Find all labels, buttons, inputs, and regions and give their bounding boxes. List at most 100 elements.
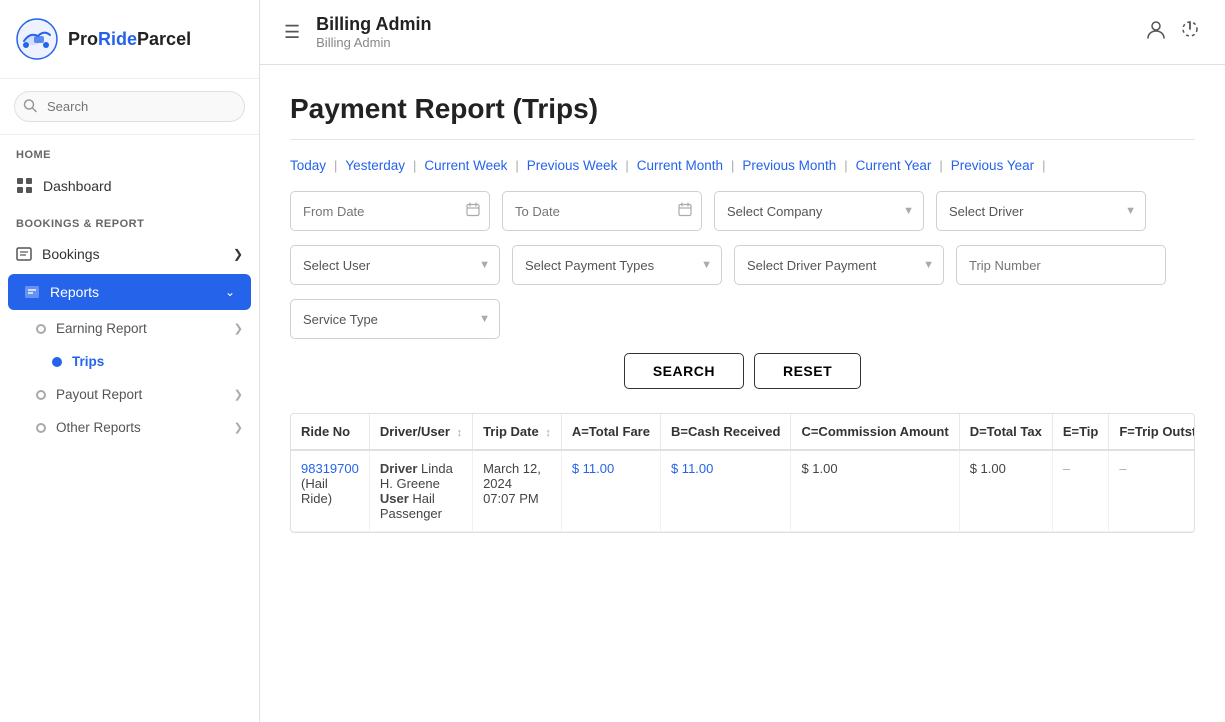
filter-row-2: Select User ▼ Select Payment Types ▼ Sel… (290, 245, 1195, 285)
logo-icon (16, 18, 58, 60)
select-payment-types[interactable]: Select Payment Types (512, 245, 722, 285)
results-table: Ride No Driver/User ↕ Trip Date ↕ A=Tota… (291, 414, 1195, 532)
logo-text: ProRideParcel (68, 29, 191, 50)
select-driver-wrap: Select Driver ▼ (936, 191, 1146, 231)
select-driver-payment-wrap: Select Driver Payment ▼ (734, 245, 944, 285)
ride-type: (Hail Ride) (301, 476, 332, 506)
sidebar-subitem-payout-report[interactable]: Payout Report ❯ (0, 378, 259, 411)
cell-outstanding: – (1109, 450, 1195, 532)
cell-driver-user: Driver Linda H. Greene User Hail Passeng… (369, 450, 472, 532)
total-fare-link[interactable]: $ 11.00 (572, 461, 614, 476)
filter-current-month[interactable]: Current Month (629, 158, 731, 173)
sidebar-item-reports[interactable]: Reports ⌄ (8, 274, 251, 310)
filter-yesterday[interactable]: Yesterday (337, 158, 413, 173)
main-area: ☰ Billing Admin Billing Admin Payment Re… (260, 0, 1225, 722)
results-table-wrap: Ride No Driver/User ↕ Trip Date ↕ A=Tota… (290, 413, 1195, 533)
cell-cash-received: $ 11.00 (660, 450, 790, 532)
select-company-wrap: Select Company ▼ (714, 191, 924, 231)
trip-date-sort-icon[interactable]: ↕ (545, 427, 551, 439)
select-user[interactable]: Select User (290, 245, 500, 285)
earning-report-label: Earning Report (56, 321, 147, 336)
sidebar-subitem-trips[interactable]: Trips (0, 345, 259, 378)
table-header-row: Ride No Driver/User ↕ Trip Date ↕ A=Tota… (291, 414, 1195, 450)
to-date-wrap (502, 191, 702, 231)
col-tip: E=Tip (1052, 414, 1109, 450)
bookings-icon (16, 246, 32, 262)
select-payment-types-wrap: Select Payment Types ▼ (512, 245, 722, 285)
filter-previous-month[interactable]: Previous Month (734, 158, 844, 173)
filter-current-year[interactable]: Current Year (848, 158, 940, 173)
reports-label: Reports (50, 284, 99, 300)
col-outstanding: F=Trip Outstanding Amount (1109, 414, 1195, 450)
bookings-section-label: BOOKINGS & REPORT (0, 204, 259, 236)
service-type-wrap: Service Type ▼ (290, 299, 500, 339)
sidebar-search-wrap (0, 79, 259, 135)
cell-total-fare: $ 11.00 (561, 450, 660, 532)
cell-total-tax: $ 1.00 (959, 450, 1052, 532)
page-title: Payment Report (Trips) (290, 93, 1195, 125)
action-row: SEARCH RESET (290, 353, 1195, 389)
select-user-wrap: Select User ▼ (290, 245, 500, 285)
select-driver[interactable]: Select Driver (936, 191, 1146, 231)
search-input[interactable] (14, 91, 245, 122)
select-driver-payment[interactable]: Select Driver Payment (734, 245, 944, 285)
trip-number-input[interactable] (956, 245, 1166, 285)
user-label: User (380, 491, 409, 506)
filter-previous-year[interactable]: Previous Year (943, 158, 1042, 173)
from-date-input[interactable] (290, 191, 490, 231)
other-reports-arrow: ❯ (234, 421, 243, 434)
col-driver-user: Driver/User ↕ (369, 414, 472, 450)
payout-report-dot (36, 390, 46, 400)
ride-no-link[interactable]: 98319700 (301, 461, 359, 476)
filter-current-week[interactable]: Current Week (416, 158, 515, 173)
dashboard-icon (16, 177, 33, 194)
search-button[interactable]: SEARCH (624, 353, 744, 389)
select-company[interactable]: Select Company (714, 191, 924, 231)
topbar-title-wrap: Billing Admin Billing Admin (316, 14, 1129, 50)
topbar: ☰ Billing Admin Billing Admin (260, 0, 1225, 65)
reports-icon (24, 284, 40, 300)
filter-previous-week[interactable]: Previous Week (519, 158, 626, 173)
sidebar-section-bookings: BOOKINGS & REPORT Bookings ❯ Reports ⌄ E… (0, 204, 259, 444)
sidebar-subitem-earning-report[interactable]: Earning Report ❯ (0, 312, 259, 345)
other-reports-dot (36, 423, 46, 433)
select-service-type[interactable]: Service Type (290, 299, 500, 339)
logo: ProRideParcel (0, 0, 259, 79)
menu-icon[interactable]: ☰ (284, 22, 300, 43)
col-total-fare: A=Total Fare (561, 414, 660, 450)
filter-today[interactable]: Today (290, 158, 334, 173)
topbar-main-title: Billing Admin (316, 14, 1129, 35)
title-divider (290, 139, 1195, 140)
to-date-input[interactable] (502, 191, 702, 231)
reset-button[interactable]: RESET (754, 353, 861, 389)
trip-date: March 12, 2024 (483, 461, 541, 491)
reports-arrow-icon: ⌄ (225, 285, 235, 299)
driver-user-sort-icon[interactable]: ↕ (457, 427, 463, 439)
sidebar-item-dashboard[interactable]: Dashboard (0, 167, 259, 204)
col-cash-received: B=Cash Received (660, 414, 790, 450)
cash-received-link[interactable]: $ 11.00 (671, 461, 713, 476)
home-section-label: HOME (0, 135, 259, 167)
payout-report-arrow: ❯ (234, 388, 243, 401)
from-date-wrap (290, 191, 490, 231)
sidebar-section-home: HOME Dashboard (0, 135, 259, 204)
power-icon[interactable] (1179, 18, 1201, 46)
bookings-label: Bookings (42, 246, 100, 262)
dashboard-label: Dashboard (43, 178, 112, 194)
col-trip-date: Trip Date ↕ (473, 414, 562, 450)
sidebar-item-bookings[interactable]: Bookings ❯ (0, 236, 259, 272)
trip-time: 07:07 PM (483, 491, 539, 506)
content-area: Payment Report (Trips) Today | Yesterday… (260, 65, 1225, 722)
search-icon (23, 98, 37, 115)
sidebar-subitem-other-reports[interactable]: Other Reports ❯ (0, 411, 259, 444)
filter-row-1: Select Company ▼ Select Driver ▼ (290, 191, 1195, 231)
cell-trip-date: March 12, 2024 07:07 PM (473, 450, 562, 532)
cell-ride-no: 98319700 (Hail Ride) (291, 450, 369, 532)
bookings-arrow-icon: ❯ (233, 247, 243, 261)
earning-report-dot (36, 324, 46, 334)
col-commission: C=Commission Amount (791, 414, 959, 450)
trips-label: Trips (72, 354, 104, 369)
earning-report-arrow: ❯ (234, 322, 243, 335)
user-icon[interactable] (1145, 18, 1167, 46)
cell-commission: $ 1.00 (791, 450, 959, 532)
